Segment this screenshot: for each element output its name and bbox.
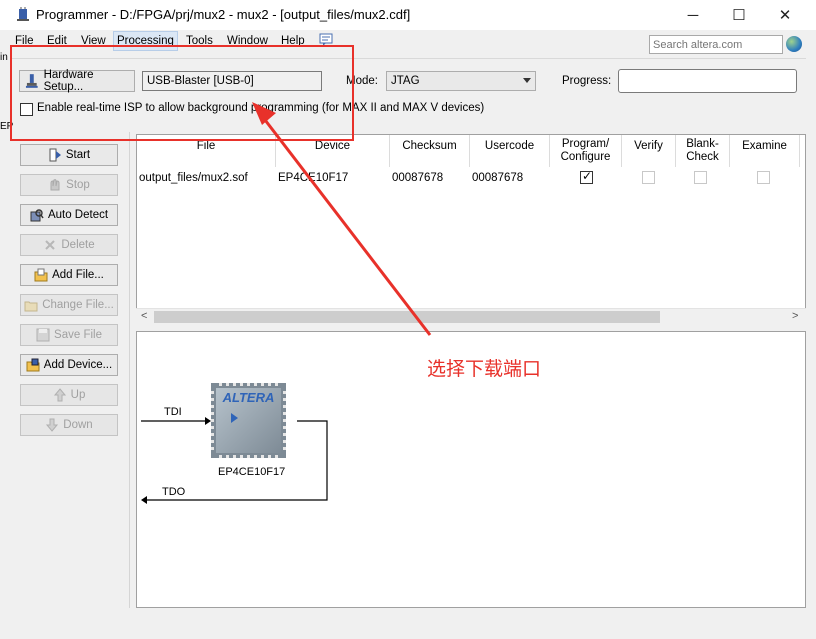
change-file-icon [24,301,38,312]
save-file-icon [36,328,50,342]
down-button[interactable]: Down [20,414,118,436]
left-edge-fragment: in [0,52,8,63]
row-usercode: 00087678 [472,172,524,184]
bottom-strip [0,608,816,639]
change-file-button[interactable]: Change File... [20,294,118,316]
change-file-label: Change File... [42,299,114,311]
globe-icon[interactable] [786,36,802,52]
auto-detect-button[interactable]: Auto Detect [20,204,118,226]
down-label: Down [63,419,93,431]
column-header-checksum[interactable]: Checksum [390,135,470,167]
annotation-highlight-box [10,45,354,141]
search-input[interactable] [649,35,783,54]
device-table: File Device Checksum Usercode Program/ C… [136,134,806,324]
add-file-button[interactable]: Add File... [20,264,118,286]
add-file-icon [34,268,48,282]
progress-bar [618,69,797,93]
altera-logo: ALTERA [222,390,275,405]
scroll-left-icon[interactable]: < [141,310,147,322]
quartus-app-icon [17,7,29,21]
chip-device-name: EP4CE10F17 [218,466,286,478]
add-file-label: Add File... [52,269,104,281]
program-configure-checkbox[interactable] [580,169,593,184]
examine-checkbox[interactable] [757,171,770,184]
chevron-down-icon [523,78,531,83]
add-device-icon [26,358,40,372]
add-device-label: Add Device... [43,359,113,371]
mode-value: JTAG [391,75,420,87]
blank-check-checkbox[interactable] [694,171,707,184]
delete-label: Delete [61,239,95,251]
row-file: output_files/mux2.sof [139,172,248,184]
scrollbar-thumb[interactable] [154,311,660,323]
start-button[interactable]: Start [20,144,118,166]
up-label: Up [70,389,86,401]
progress-label: Progress: [562,75,612,87]
window-title: Programmer - D:/FPGA/prj/mux2 - mux2 - [… [36,7,411,22]
stop-button[interactable]: Stop [20,174,118,196]
save-file-button[interactable]: Save File [20,324,118,346]
row-checksum: 00087678 [392,172,444,184]
fpga-chip-icon[interactable]: ALTERA [211,383,286,458]
add-device-button[interactable]: Add Device... [20,354,118,376]
maximize-button[interactable]: ☐ [716,0,762,30]
delete-button[interactable]: Delete [20,234,118,256]
close-button[interactable]: ✕ [762,0,808,30]
down-arrow-icon [46,418,59,432]
column-header-usercode[interactable]: Usercode [470,135,550,167]
left-edge-fragment: EP [0,121,14,132]
row-device: EP4CE10F17 [278,172,349,184]
scroll-right-icon[interactable]: > [792,310,798,322]
verify-checkbox[interactable] [642,171,655,184]
delete-icon [45,240,56,250]
column-header-blank-check[interactable]: Blank- Check [676,135,730,167]
column-header-verify[interactable]: Verify [622,135,676,167]
annotation-text: 选择下载端口 [427,358,542,380]
table-horizontal-scrollbar[interactable]: < > [136,308,806,324]
column-header-examine[interactable]: Examine [730,135,800,167]
auto-detect-label: Auto Detect [47,209,109,221]
save-file-label: Save File [54,329,102,341]
minimize-button[interactable]: ─ [670,0,716,30]
start-icon [49,148,61,162]
up-button[interactable]: Up [20,384,118,406]
tdi-label: TDI [164,406,182,418]
up-arrow-icon [53,388,66,402]
stop-icon [50,179,60,191]
column-header-program[interactable]: Program/ Configure [550,135,622,167]
title-bar: Programmer - D:/FPGA/prj/mux2 - mux2 - [… [0,0,816,30]
mode-select[interactable]: JTAG [386,71,536,91]
auto-detect-icon [30,209,44,222]
stop-label: Stop [66,179,90,191]
tdo-label: TDO [162,486,186,498]
start-label: Start [65,149,91,161]
